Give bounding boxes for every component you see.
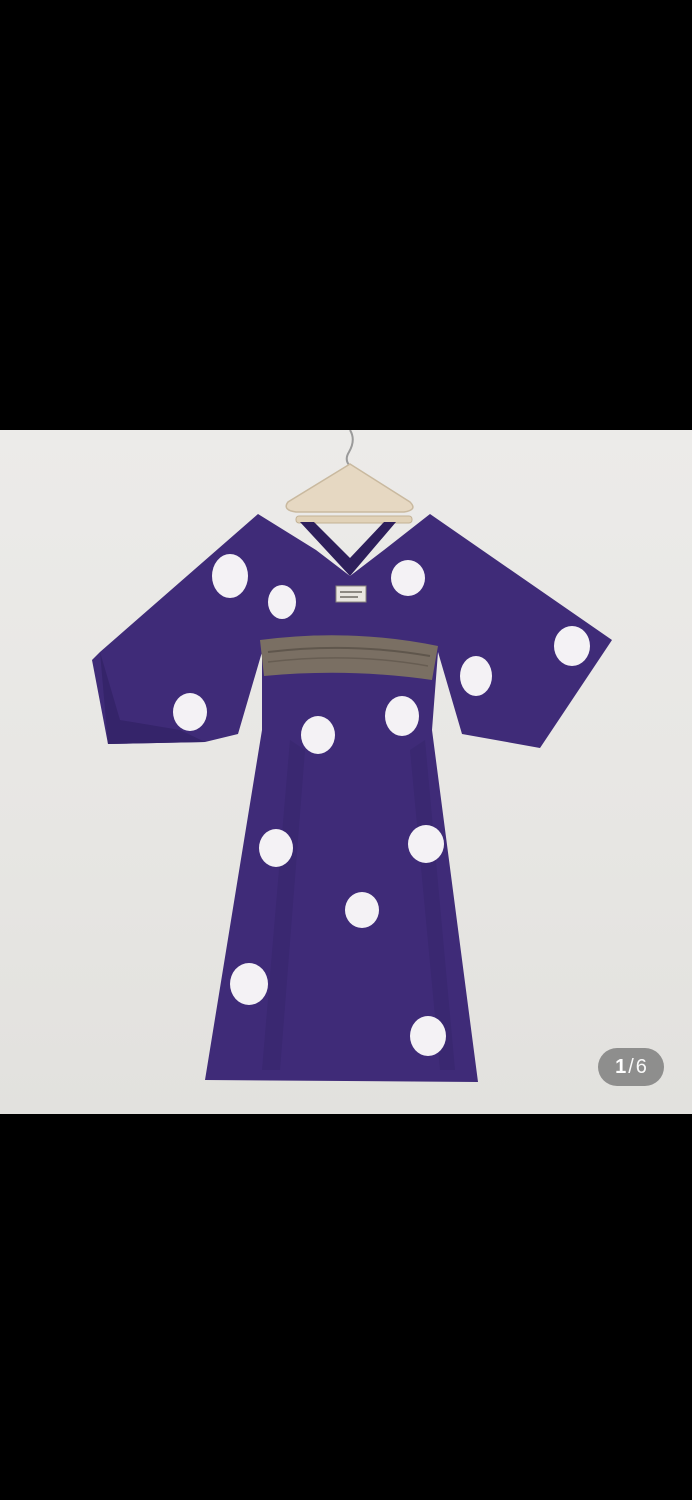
dress-photo-icon bbox=[92, 430, 612, 1082]
counter-separator: / bbox=[628, 1055, 634, 1078]
garment-tag bbox=[335, 585, 367, 603]
hanger-icon bbox=[285, 430, 414, 524]
image-counter-badge: 1 / 6 bbox=[598, 1048, 664, 1086]
image-viewer: 1 / 6 bbox=[0, 0, 692, 1500]
product-photo[interactable] bbox=[0, 430, 692, 1114]
current-image-index: 1 bbox=[615, 1055, 627, 1078]
total-image-count: 6 bbox=[635, 1055, 647, 1078]
